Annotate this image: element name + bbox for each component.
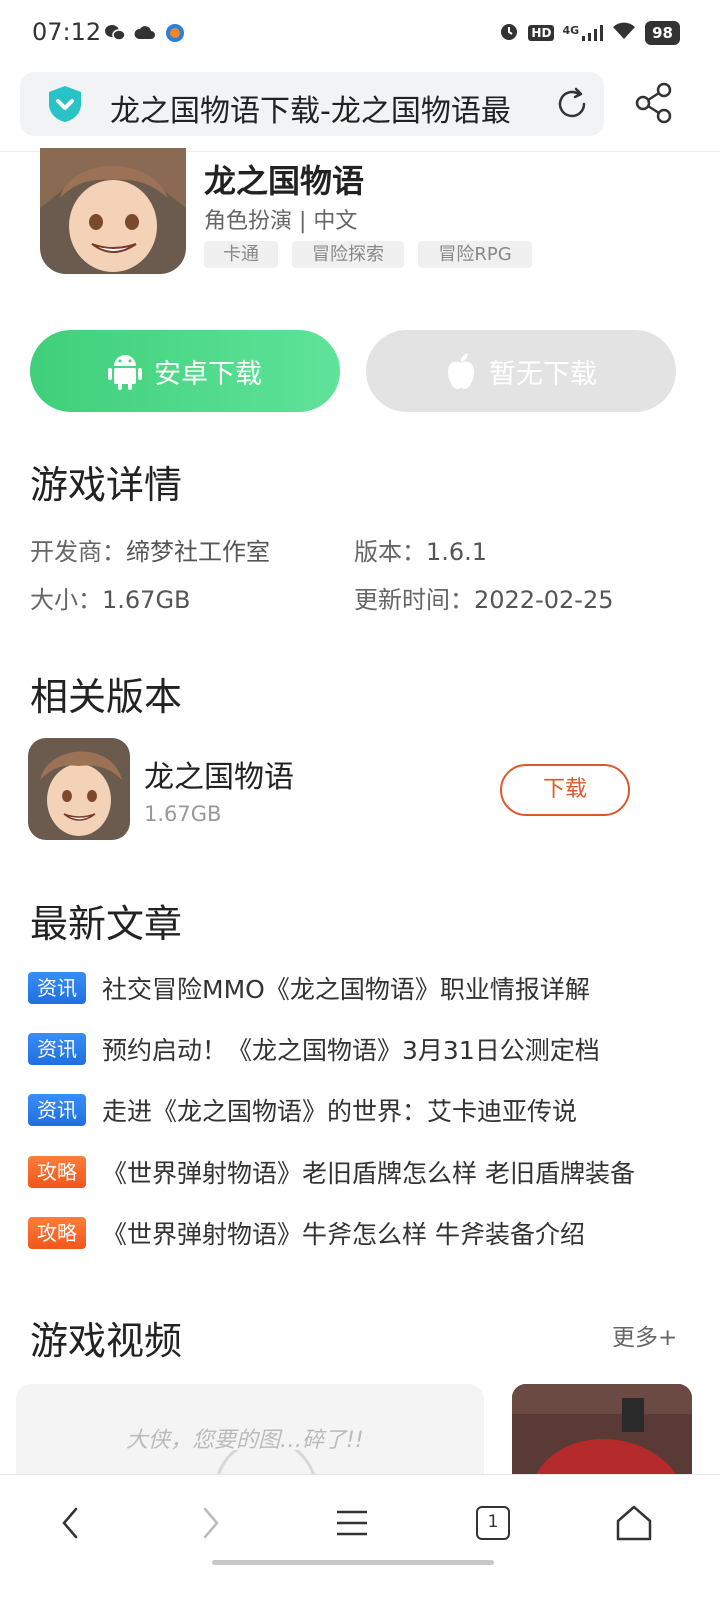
menu-button[interactable] (322, 1499, 382, 1547)
back-icon (62, 1507, 78, 1539)
app-notification-icon (164, 22, 186, 44)
wechat-icon (104, 22, 126, 44)
android-icon (108, 352, 142, 390)
network-type: 4G (562, 24, 580, 37)
section-title-game-details: 游戏详情 (30, 463, 183, 507)
tabs-button[interactable]: 1 (463, 1499, 523, 1547)
android-download-button[interactable]: 安卓下载 (30, 330, 340, 412)
status-bar: 07:12 HD 4G 98 (0, 0, 720, 68)
menu-icon (337, 1510, 367, 1536)
size-value: 1.67GB (102, 586, 191, 614)
size-row: 大小：1.67GB (30, 580, 191, 615)
tab-count: 1 (476, 1506, 510, 1540)
updated-row: 更新时间：2022-02-25 (354, 580, 613, 615)
article-badge: 攻略 (28, 1156, 86, 1188)
version-label: 版本： (354, 538, 426, 566)
size-label: 大小： (30, 586, 102, 614)
ios-download-label: 暂无下载 (489, 358, 597, 390)
article-title[interactable]: 《世界弹射物语》老旧盾牌怎么样 老旧盾牌装备 (102, 1154, 635, 1190)
forward-button[interactable] (181, 1499, 241, 1547)
version-value: 1.6.1 (426, 538, 488, 566)
status-time: 07:12 (32, 18, 102, 46)
article-badge: 资讯 (28, 972, 86, 1004)
tag[interactable]: 卡通 (204, 241, 278, 268)
back-button[interactable] (40, 1499, 100, 1547)
article-title[interactable]: 《世界弹射物语》牛斧怎么样 牛斧装备介绍 (102, 1215, 585, 1251)
article-item[interactable]: 资讯 走进《龙之国物语》的世界：艾卡迪亚传说 (28, 1093, 577, 1127)
article-item[interactable]: 攻略 《世界弹射物语》老旧盾牌怎么样 老旧盾牌装备 (28, 1155, 635, 1189)
signal-icon: 4G (562, 24, 604, 42)
article-item[interactable]: 攻略 《世界弹射物语》牛斧怎么样 牛斧装备介绍 (28, 1216, 585, 1250)
developer-label: 开发商： (30, 538, 126, 566)
tag[interactable]: 冒险探索 (292, 241, 404, 268)
more-videos-link[interactable]: 更多+ (612, 1318, 677, 1352)
page-title[interactable]: 龙之国物语下载-龙之国物语最 (110, 86, 550, 130)
notification-icons (104, 22, 186, 44)
article-title[interactable]: 预约启动！《龙之国物语》3月31日公测定档 (102, 1031, 600, 1067)
video-thumbnail-image (512, 1384, 692, 1484)
version-row: 版本：1.6.1 (354, 532, 487, 567)
app-tags: 卡通 冒险探索 冒险RPG (204, 241, 532, 268)
article-title[interactable]: 社交冒险MMO《龙之国物语》职业情报详解 (102, 970, 590, 1006)
home-indicator[interactable] (212, 1560, 494, 1565)
section-title-game-videos: 游戏视频 (30, 1319, 183, 1363)
home-icon (616, 1505, 652, 1541)
cloud-icon (134, 22, 156, 44)
section-title-related-versions: 相关版本 (30, 675, 183, 719)
status-right: HD 4G 98 (498, 20, 680, 46)
ios-download-button[interactable]: 暂无下载 (366, 330, 676, 412)
developer-value: 缔梦社工作室 (126, 538, 270, 566)
share-icon[interactable] (634, 82, 674, 124)
reload-icon[interactable] (554, 86, 590, 122)
updated-value: 2022-02-25 (474, 586, 614, 614)
related-app-icon[interactable] (28, 738, 130, 840)
battery-indicator: 98 (645, 21, 680, 45)
app-name: 龙之国物语 (204, 162, 365, 200)
article-badge: 资讯 (28, 1094, 86, 1126)
article-badge: 攻略 (28, 1217, 86, 1249)
shield-icon (46, 84, 84, 124)
apple-icon (445, 352, 477, 390)
article-title[interactable]: 走进《龙之国物语》的世界：艾卡迪亚传说 (102, 1092, 577, 1128)
address-bar[interactable]: 龙之国物语下载-龙之国物语最 (20, 72, 604, 136)
video-thumbnail[interactable]: 大侠，您要的图…碎了!! (16, 1384, 484, 1484)
wifi-icon (611, 21, 637, 45)
home-button[interactable] (604, 1499, 664, 1547)
hd-icon: HD (528, 25, 555, 41)
related-download-button[interactable]: 下载 (500, 764, 630, 816)
forward-icon (203, 1507, 219, 1539)
developer-row: 开发商：缔梦社工作室 (30, 532, 270, 567)
app-icon (40, 148, 186, 274)
android-download-label: 安卓下载 (154, 358, 262, 390)
article-item[interactable]: 资讯 预约启动！《龙之国物语》3月31日公测定档 (28, 1032, 600, 1066)
related-app-size: 1.67GB (144, 802, 222, 826)
section-title-latest-articles: 最新文章 (30, 902, 183, 946)
article-item[interactable]: 资讯 社交冒险MMO《龙之国物语》职业情报详解 (28, 971, 590, 1005)
alarm-icon (498, 20, 520, 46)
related-app-name[interactable]: 龙之国物语 (144, 752, 294, 796)
tag[interactable]: 冒险RPG (418, 241, 532, 268)
app-category-language: 角色扮演 | 中文 (204, 209, 358, 234)
updated-label: 更新时间： (354, 586, 474, 614)
video-thumbnail[interactable] (512, 1384, 692, 1484)
bottom-navigation: 1 (0, 1474, 720, 1600)
article-badge: 资讯 (28, 1033, 86, 1065)
